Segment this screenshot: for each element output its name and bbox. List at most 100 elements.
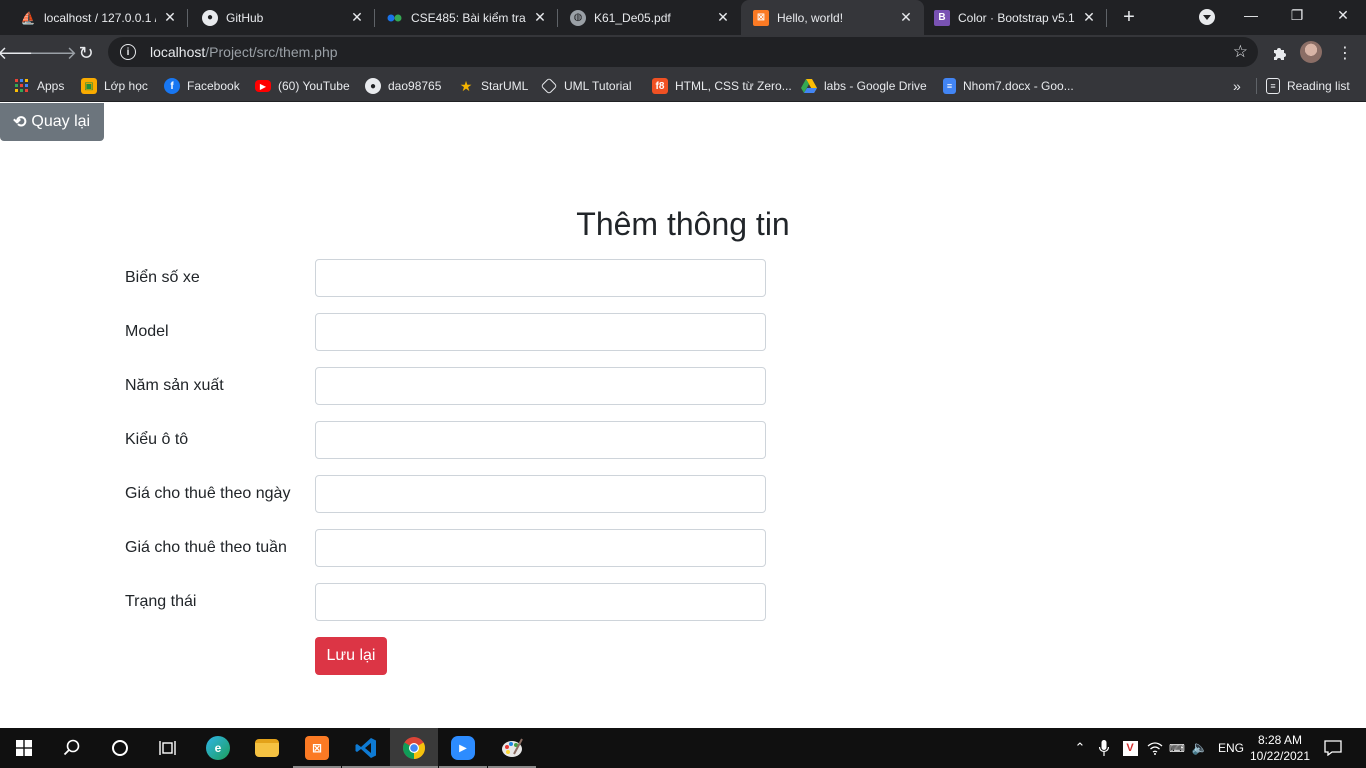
taskbar-zoom[interactable]: ▶ <box>439 728 487 768</box>
bookmark-label: dao98765 <box>388 79 442 93</box>
classroom-icon: ▣ <box>81 78 97 94</box>
bookmark-uml-tutorial[interactable]: UML Tutorial <box>540 70 632 102</box>
windows-taskbar: e ⊠ ▶ ⌃ V ⌨ 🔈 ENG 8:28 AM 10/22/2021 <box>0 728 1366 768</box>
task-view-button[interactable] <box>144 728 192 768</box>
address-bar[interactable]: i localhost/Project/src/them.php ☆ <box>108 37 1258 67</box>
field-label: Giá cho thuê theo ngày <box>125 485 291 502</box>
field-row-model: Model <box>125 313 766 351</box>
task-view-icon <box>159 741 176 755</box>
uml-icon <box>540 77 558 95</box>
bookmark-staruml[interactable]: ★ StarUML <box>458 70 529 102</box>
bookmark-nhom7-docx[interactable]: ≡ Nhom7.docx - Goo... <box>943 70 1074 102</box>
close-icon[interactable]: ✕ <box>1081 9 1097 26</box>
taskbar-paint[interactable] <box>488 728 536 768</box>
taskbar-xampp[interactable]: ⊠ <box>293 728 341 768</box>
close-icon[interactable]: ✕ <box>162 9 178 26</box>
apps-grid-icon <box>14 78 30 94</box>
window-close-button[interactable]: ✕ <box>1320 0 1366 30</box>
taskbar-vscode[interactable] <box>342 728 390 768</box>
site-info-icon[interactable]: i <box>120 44 136 60</box>
menu-kebab-icon[interactable]: ⋮ <box>1335 43 1355 63</box>
notification-center-icon[interactable] <box>1318 728 1348 768</box>
tab-title: localhost / 127.0.0.1 / <box>44 10 156 25</box>
tab-phpmyadmin[interactable]: ⛵ localhost / 127.0.0.1 / ✕ <box>0 0 188 35</box>
bookmark-youtube[interactable]: ▶ (60) YouTube <box>255 70 350 102</box>
gia-theo-ngay-input[interactable] <box>315 475 766 513</box>
tab-cse485[interactable]: CSE485: Bài kiểm tra G ✕ <box>375 0 558 35</box>
bookmark-label: Nhom7.docx - Goo... <box>963 79 1074 93</box>
taskbar-clock[interactable]: 8:28 AM 10/22/2021 <box>1244 732 1316 764</box>
cortana-button[interactable] <box>96 728 144 768</box>
vscode-icon <box>355 738 376 758</box>
gia-theo-tuan-input[interactable] <box>315 529 766 567</box>
profile-avatar[interactable] <box>1300 41 1322 63</box>
save-button[interactable]: Lưu lại <box>315 637 387 675</box>
model-input[interactable] <box>315 313 766 351</box>
extensions-puzzle-icon[interactable] <box>1270 43 1290 63</box>
back-button[interactable]: ⟲ Quay lại <box>0 103 104 141</box>
tab-bootstrap-color[interactable]: B Color · Bootstrap v5.1 ✕ <box>924 0 1107 35</box>
forward-nav-button[interactable]: 🡒 <box>29 40 77 66</box>
bien-so-xe-input[interactable] <box>315 259 766 297</box>
browser-toolbar: 🡐 🡒 ↻ i localhost/Project/src/them.php ☆… <box>0 35 1366 70</box>
back-button-label: Quay lại <box>31 113 91 130</box>
trang-thai-input[interactable] <box>315 583 766 621</box>
close-icon[interactable]: ✕ <box>349 9 365 26</box>
google-drive-icon <box>801 78 817 94</box>
bookmarks-bar: Apps ▣ Lớp học f Facebook ▶ (60) YouTube… <box>0 70 1366 102</box>
taskbar-chrome[interactable] <box>390 728 438 768</box>
paint-palette-icon <box>502 738 523 757</box>
search-button[interactable] <box>48 728 96 768</box>
reading-list-button[interactable]: ≡ Reading list <box>1266 70 1350 102</box>
bookmarks-overflow-button[interactable]: » <box>1233 70 1241 102</box>
bookmark-facebook[interactable]: f Facebook <box>164 70 240 102</box>
tab-k61-de05[interactable]: ◍ K61_De05.pdf ✕ <box>558 0 741 35</box>
bookmarks-divider <box>1256 78 1257 94</box>
github-icon: ● <box>365 78 381 94</box>
tray-volume-icon[interactable]: 🔈 <box>1190 728 1210 768</box>
tab-search-button[interactable] <box>1199 9 1215 25</box>
bookmark-star-icon[interactable]: ☆ <box>1233 42 1248 62</box>
url-host: localhost <box>150 44 206 60</box>
windows-logo-icon <box>16 740 32 756</box>
close-icon[interactable]: ✕ <box>898 9 914 26</box>
tray-antivirus-icon[interactable]: V <box>1120 728 1140 768</box>
search-icon <box>63 739 80 756</box>
kieu-o-to-input[interactable] <box>315 421 766 459</box>
taskbar-edge[interactable]: e <box>194 728 242 768</box>
start-button[interactable] <box>0 728 48 768</box>
close-icon[interactable]: ✕ <box>532 9 548 26</box>
close-icon[interactable]: ✕ <box>715 9 731 26</box>
folder-icon <box>255 739 279 757</box>
tab-title: Hello, world! <box>777 10 844 25</box>
bookmark-label: StarUML <box>481 79 529 93</box>
chrome-icon <box>403 737 425 759</box>
xampp-icon: ⊠ <box>753 9 769 26</box>
restore-button[interactable]: ❐ <box>1274 0 1320 30</box>
field-row-gia-theo-ngay: Giá cho thuê theo ngày <box>125 475 766 513</box>
tab-hello-world[interactable]: ⊠ Hello, world! ✕ <box>741 0 924 35</box>
page-title: Thêm thông tin <box>576 206 790 242</box>
new-tab-button[interactable]: + <box>1120 7 1138 27</box>
tray-wifi-icon[interactable] <box>1145 728 1165 768</box>
url-path: /Project/src/them.php <box>205 44 338 60</box>
bookmark-lop-hoc[interactable]: ▣ Lớp học <box>81 70 148 102</box>
minimize-button[interactable]: — <box>1228 0 1274 30</box>
tray-language[interactable]: ENG <box>1214 728 1248 768</box>
taskbar-file-explorer[interactable] <box>243 728 291 768</box>
bootstrap-icon: B <box>934 9 950 26</box>
nam-san-xuat-input[interactable] <box>315 367 766 405</box>
bookmark-f8-html-css[interactable]: f8 HTML, CSS từ Zero... <box>652 70 792 102</box>
tray-show-hidden-icon[interactable]: ⌃ <box>1070 728 1090 768</box>
xampp-icon: ⊠ <box>305 736 329 760</box>
bookmark-label: HTML, CSS từ Zero... <box>675 79 792 93</box>
tray-ime-icon[interactable]: ⌨ <box>1166 728 1188 768</box>
field-label: Kiểu ô tô <box>125 431 189 448</box>
tray-microphone-icon[interactable] <box>1094 728 1114 768</box>
reload-button[interactable]: ↻ <box>73 40 99 66</box>
bookmark-apps[interactable]: Apps <box>14 70 64 102</box>
bookmark-github[interactable]: ● dao98765 <box>365 70 441 102</box>
bookmark-labs-drive[interactable]: labs - Google Drive <box>801 70 927 102</box>
bookmark-label: Apps <box>37 79 65 93</box>
tab-github[interactable]: ● GitHub ✕ <box>188 0 375 35</box>
